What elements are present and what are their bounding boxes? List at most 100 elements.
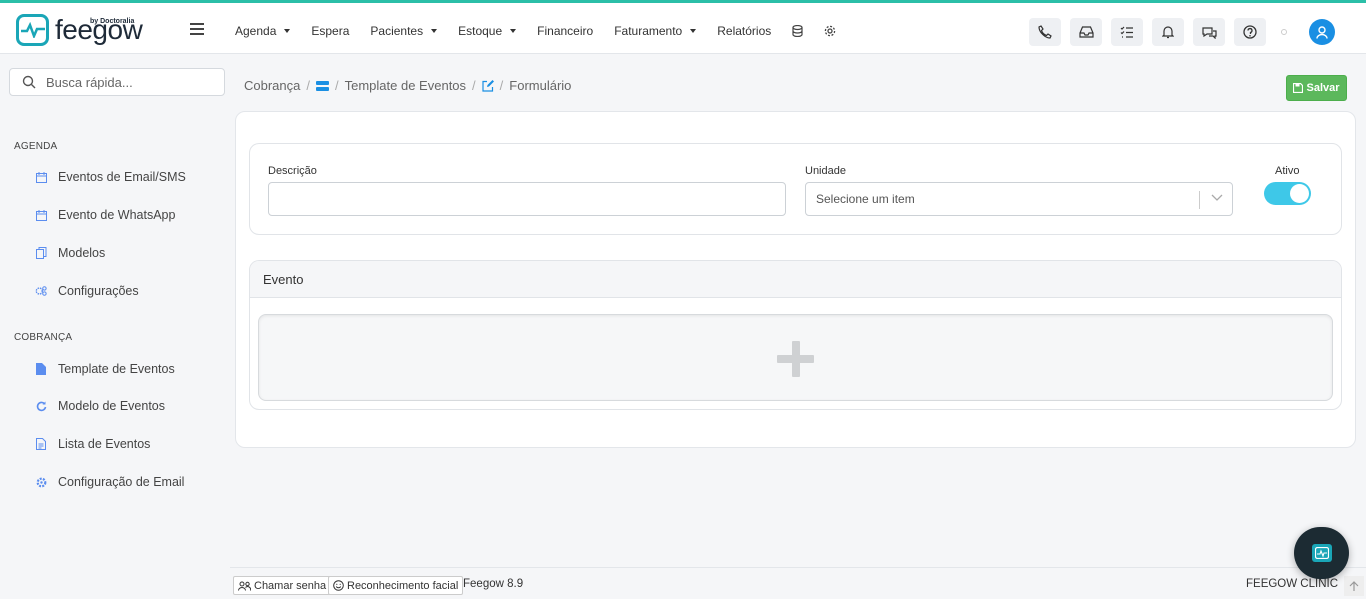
sidebar-item-label: Template de Eventos (58, 362, 175, 376)
breadcrumb: Cobrança / / Template de Eventos / / For… (244, 78, 571, 93)
inbox-icon (1078, 26, 1094, 38)
nav-item-relatorios[interactable]: Relatórios (717, 24, 771, 38)
reconhecimento-facial-label: Reconhecimento facial (347, 579, 459, 592)
gear-icon[interactable] (824, 25, 836, 37)
sidebar-item-eventos-email-sms[interactable]: Eventos de Email/SMS (35, 170, 186, 184)
nav-item-espera[interactable]: Espera (311, 24, 349, 38)
caret-down-icon (431, 29, 438, 33)
main-nav: Agenda Espera Pacientes Estoque Financei… (235, 24, 857, 38)
caret-down-icon (510, 29, 517, 33)
evento-panel-title: Evento (250, 261, 1341, 298)
chat-icon (1201, 26, 1217, 39)
breadcrumb-item-formulario: Formulário (509, 78, 572, 93)
nav-label: Financeiro (537, 24, 594, 38)
chamar-senha-label: Chamar senha (254, 579, 327, 592)
sidebar-item-label: Evento de WhatsApp (58, 208, 176, 222)
notifications-button[interactable] (1152, 18, 1184, 46)
footer: Chamar senha Reconhecimento facial Feego… (230, 567, 1366, 599)
copy-icon (35, 247, 47, 259)
unidade-select[interactable]: Selecione um item (805, 182, 1233, 216)
help-button[interactable] (1234, 18, 1266, 46)
quick-search-input[interactable]: Busca rápida... (9, 68, 225, 96)
logo-mark-icon (16, 14, 49, 46)
sidebar-item-configuracoes[interactable]: Configurações (35, 284, 139, 298)
nav-label: Espera (311, 24, 350, 38)
help-icon (1243, 25, 1257, 39)
support-chat-icon (1311, 544, 1332, 562)
arrow-up-icon (1349, 580, 1359, 591)
sidebar: Busca rápida... AGENDA Eventos de Email/… (0, 55, 235, 599)
sidebar-item-label: Eventos de Email/SMS (58, 170, 186, 184)
descricao-label: Descrição (268, 165, 317, 177)
inbox-button[interactable] (1070, 18, 1102, 46)
sidebar-item-modelos[interactable]: Modelos (35, 246, 105, 260)
database-icon[interactable] (792, 25, 803, 37)
calendar-icon (35, 171, 47, 183)
caret-down-icon (690, 29, 697, 33)
breadcrumb-item-template-eventos[interactable]: Template de Eventos (345, 78, 466, 93)
cogs-icon (35, 285, 47, 297)
logo-subtitle: by Doctoralia (90, 18, 135, 25)
sidebar-item-configuracao-email[interactable]: Configuração de Email (35, 475, 184, 489)
checklist-button[interactable] (1111, 18, 1143, 46)
app-version: Feegow 8.9 (463, 578, 524, 590)
sidebar-item-label: Configurações (58, 284, 139, 298)
save-button-label: Salvar (1306, 82, 1340, 94)
nav-label: Faturamento (614, 24, 683, 38)
breadcrumb-separator: / (335, 78, 339, 93)
file-text-icon (35, 438, 47, 450)
nav-item-financeiro[interactable]: Financeiro (537, 24, 593, 38)
save-button[interactable]: Salvar (1286, 75, 1347, 101)
server-icon (316, 80, 329, 91)
feegow-logo[interactable]: feegow by Doctoralia (16, 14, 143, 46)
save-icon (1293, 83, 1304, 93)
nav-label: Relatórios (717, 24, 772, 38)
user-avatar[interactable] (1309, 19, 1335, 45)
checklist-icon (1120, 26, 1133, 38)
ativo-label: Ativo (1275, 165, 1300, 177)
bell-icon (1162, 26, 1174, 39)
toggle-knob (1290, 184, 1309, 203)
scroll-top-button[interactable] (1344, 576, 1364, 596)
section-title-cobranca: COBRANÇA (14, 332, 73, 343)
sidebar-item-modelo-eventos[interactable]: Modelo de Eventos (35, 399, 165, 413)
breadcrumb-separator: / (472, 78, 476, 93)
edit-icon (482, 79, 494, 92)
user-icon (1316, 25, 1328, 39)
top-navbar: feegow by Doctoralia Agenda Espera Pacie… (0, 0, 1366, 54)
ativo-toggle[interactable] (1264, 182, 1311, 205)
smile-icon (333, 580, 344, 591)
status-indicator (1281, 29, 1287, 35)
select-divider (1199, 191, 1200, 209)
calendar-icon (35, 209, 47, 221)
file-icon (35, 363, 47, 375)
section-title-agenda: AGENDA (14, 141, 58, 152)
nav-item-estoque[interactable]: Estoque (458, 24, 517, 38)
sidebar-item-template-eventos[interactable]: Template de Eventos (35, 362, 175, 376)
unidade-select-placeholder: Selecione um item (816, 192, 915, 206)
breadcrumb-item-cobranca[interactable]: Cobrança (244, 78, 300, 93)
plus-icon-bar (777, 355, 814, 363)
sidebar-item-label: Modelo de Eventos (58, 399, 166, 413)
chamar-senha-button[interactable]: Chamar senha (233, 576, 332, 595)
descricao-input[interactable] (268, 182, 786, 216)
search-icon (22, 75, 36, 89)
nav-item-pacientes[interactable]: Pacientes (370, 24, 438, 38)
sidebar-item-lista-eventos[interactable]: Lista de Eventos (35, 437, 150, 451)
nav-item-agenda[interactable]: Agenda (235, 24, 291, 38)
unidade-label: Unidade (805, 165, 846, 177)
refresh-icon (35, 400, 47, 412)
support-chat-button[interactable] (1294, 527, 1349, 579)
menu-toggle-icon[interactable] (190, 23, 204, 38)
gear-icon (35, 476, 47, 488)
phone-button[interactable] (1029, 18, 1061, 46)
toolbar-right (1029, 18, 1335, 46)
nav-item-faturamento[interactable]: Faturamento (614, 24, 697, 38)
users-icon (238, 581, 251, 591)
caret-down-icon (284, 29, 291, 33)
messages-button[interactable] (1193, 18, 1225, 46)
reconhecimento-facial-button[interactable]: Reconhecimento facial (328, 576, 464, 595)
nav-label: Estoque (458, 24, 503, 38)
phone-icon (1038, 25, 1052, 39)
sidebar-item-evento-whatsapp[interactable]: Evento de WhatsApp (35, 208, 175, 222)
